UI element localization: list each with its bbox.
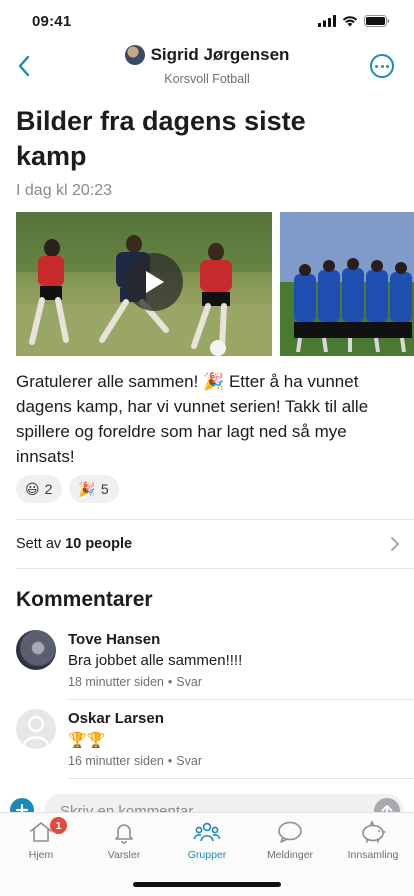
tab-label: Grupper [187, 849, 227, 861]
tab-label: Meldinger [266, 849, 314, 861]
piggy-bank-icon [359, 819, 387, 845]
more-dot [386, 64, 389, 68]
team-huddle-photo [280, 212, 414, 356]
status-time: 09:41 [32, 13, 72, 30]
tab-groups[interactable]: Grupper [166, 819, 248, 865]
status-bar: 09:41 [0, 0, 414, 44]
reaction-count: 5 [100, 481, 109, 497]
commenter-avatar[interactable] [16, 630, 56, 670]
tab-messages[interactable]: Meldinger [249, 819, 331, 865]
more-dot [380, 64, 384, 68]
author-avatar [124, 45, 145, 65]
battery-icon [364, 15, 390, 27]
group-icon [193, 819, 221, 845]
signal-icon [318, 15, 336, 27]
more-dots-icon [375, 64, 378, 68]
tab-notifications[interactable]: Varsler [83, 819, 165, 865]
comment-item: Tove Hansen Bra jobbet alle sammen!!!! 1… [16, 630, 414, 700]
meta-separator: • [167, 675, 173, 689]
divider [68, 778, 414, 779]
divider [16, 568, 414, 569]
bell-icon [110, 819, 138, 845]
reaction-party[interactable]: 🎉 5 [69, 475, 119, 503]
reaction-smile[interactable]: 😃 2 [16, 475, 63, 503]
reactions-row: 😃 2 🎉 5 [16, 475, 119, 503]
video-thumbnail[interactable] [16, 212, 272, 356]
more-options-button[interactable] [370, 54, 394, 78]
nav-title-block: Sigrid Jørgensen Korsvoll Fotball [0, 45, 414, 86]
seen-by-count: 10 people [65, 536, 133, 552]
tab-home[interactable]: 1 Hjem [0, 817, 82, 865]
tab-label: Hjem [28, 849, 54, 861]
person-icon [22, 715, 50, 746]
seen-by-prefix: Sett av [16, 536, 62, 552]
reaction-count: 2 [44, 481, 53, 497]
tab-fundraising[interactable]: Innsamling [332, 819, 414, 865]
commenter-name[interactable]: Tove Hansen [68, 631, 160, 648]
post-timestamp: I dag kl 20:23 [16, 182, 113, 199]
chat-bubble-icon [276, 819, 304, 845]
comment-text: 🏆🏆 [68, 732, 106, 749]
photo-thumbnail[interactable] [280, 212, 414, 356]
wifi-icon [342, 16, 358, 27]
status-icons [318, 15, 390, 27]
reply-link[interactable]: Svar [176, 675, 202, 689]
group-name: Korsvoll Fotball [164, 72, 250, 86]
tab-label: Varsler [107, 849, 141, 861]
author-name: Sigrid Jørgensen [150, 45, 290, 64]
comment-item: Oskar Larsen 🏆🏆 16 minutter siden • Svar [16, 709, 414, 779]
post-body: Gratulerer alle sammen! 🎉 Etter å ha vun… [16, 372, 369, 466]
comments-title: Kommentarer [16, 588, 153, 611]
nav-header: Sigrid Jørgensen Korsvoll Fotball [0, 44, 414, 92]
reply-link[interactable]: Svar [176, 754, 202, 768]
commenter-name[interactable]: Oskar Larsen [68, 710, 164, 727]
seen-by-text: Sett av 10 people [16, 536, 132, 552]
media-carousel[interactable] [16, 212, 414, 356]
play-button[interactable] [125, 253, 183, 311]
play-icon [146, 271, 164, 293]
divider [68, 699, 414, 700]
comment-meta: 16 minutter siden • Svar [68, 754, 202, 768]
meta-separator: • [167, 754, 173, 768]
comment-text: Bra jobbet alle sammen!!!! [68, 652, 243, 669]
chevron-right-icon [391, 537, 399, 551]
comment-meta: 18 minutter siden • Svar [68, 675, 202, 689]
post-title: Bilder fra dagens siste kamp [16, 106, 306, 171]
tab-label: Innsamling [347, 849, 399, 861]
seen-by-row[interactable]: Sett av 10 people [16, 520, 400, 568]
notification-badge: 1 [50, 817, 67, 834]
home-indicator [133, 882, 281, 887]
commenter-avatar-placeholder[interactable] [16, 709, 56, 749]
comment-time: 18 minutter siden [68, 675, 164, 689]
party-emoji-icon: 🎉 [78, 480, 96, 497]
home-icon: 1 [27, 817, 67, 845]
smile-emoji-icon: 😃 [25, 480, 40, 497]
comment-time: 16 minutter siden [68, 754, 164, 768]
